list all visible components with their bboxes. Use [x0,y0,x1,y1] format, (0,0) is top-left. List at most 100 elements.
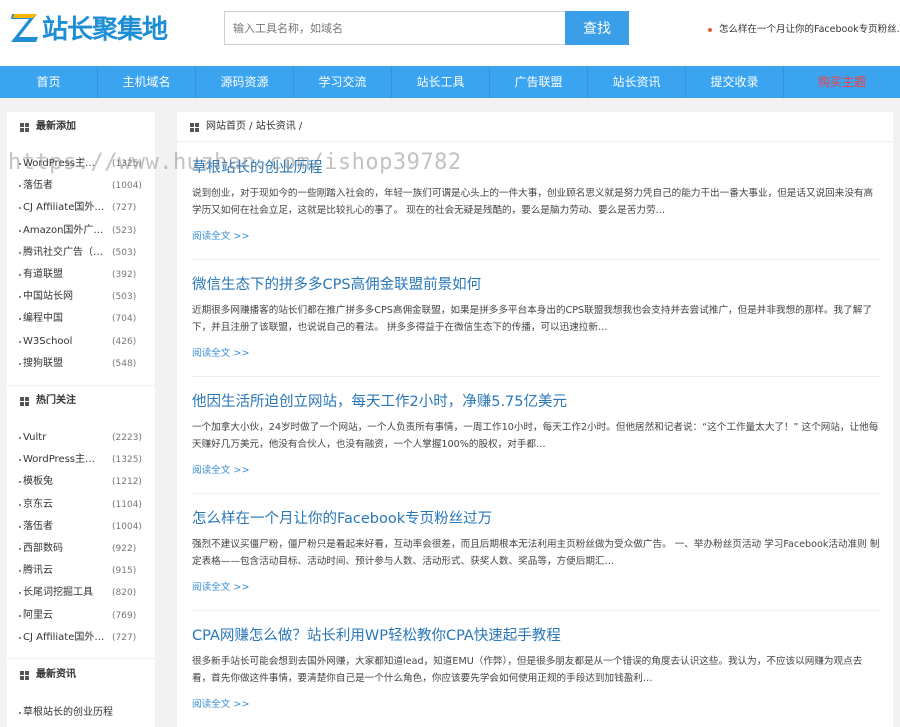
site-name[interactable]: 阿里云 [23,605,113,627]
list-item[interactable]: 京东云 (1104) [7,494,155,516]
article-title[interactable]: CPA网赚怎么做？站长利用WP轻松教你CPA快速起手教程 [192,624,561,645]
read-more-link[interactable]: 阅读全文 >> [192,228,250,242]
list-item[interactable]: Amazon国外广… (523) [7,220,155,242]
nav-item-hosting-domains[interactable]: 主机域名 [98,66,196,98]
list-item[interactable]: 中国站长网 (503) [7,286,155,308]
list-item[interactable]: 搜狗联盟 (548) [7,353,155,375]
site-name[interactable]: 有道联盟 [23,264,113,286]
list-item[interactable]: 长尾词挖掘工具 (820) [7,582,155,604]
ticker-text[interactable]: 怎么样在一个月让你的Facebook专页粉丝… [719,24,900,35]
news-title[interactable]: 草根站长的创业历程 [23,702,143,724]
site-name[interactable]: CJ Affiliate国外… [23,197,113,219]
list-item[interactable]: 西部数码 (922) [7,538,155,560]
site-name[interactable]: 落伍者 [23,175,113,197]
list-item[interactable]: W3School (426) [7,331,155,353]
site-name[interactable]: 中国站长网 [23,286,113,308]
breadcrumb: 网站首页 / 站长资讯 / [177,112,893,142]
sidebar-heading-newest: 最新添加 [7,112,155,142]
site-name[interactable]: W3School [23,331,113,353]
sidebar-list-hot: Vultr (2223) WordPress主… (1325) 模板兔 (1212) … [7,427,155,649]
article-item: 他因生活所迫创立网站，每天工作2小时，净赚5.75亿美元 一个加拿大小伙，24岁… [192,390,880,490]
grid-icon [20,397,29,406]
site-name[interactable]: 落伍者 [23,516,113,538]
site-count: (915) [112,566,137,577]
ticker-dot-icon [708,27,712,32]
site-count: (503) [112,247,137,258]
list-item[interactable]: 落伍者 (1004) [7,175,155,197]
article-title[interactable]: 他因生活所迫创立网站，每天工作2小时，净赚5.75亿美元 [192,390,567,411]
breadcrumb-text[interactable]: 网站首页 / 站长资讯 / [206,121,302,132]
nav-item-learning[interactable]: 学习交流 [294,66,392,98]
site-name[interactable]: 长尾词挖掘工具 [23,582,113,604]
read-more-link[interactable]: 阅读全文 >> [192,345,250,359]
nav-item-buy-theme[interactable]: 购买主题 [784,66,900,98]
list-item[interactable]: 腾讯云 (915) [7,560,155,582]
article-excerpt: 强烈不建议买僵尸粉，僵尸粉只是看起来好看，互动率会很差，而且后期根本无法利用主页… [192,539,880,567]
list-item[interactable]: 有道联盟 (392) [7,264,155,286]
sidebar-section-newest: 最新添加 WordPress主… (1325) 落伍者 (1004) CJ Affi… [7,112,155,369]
bullet-icon [19,592,21,595]
site-name[interactable]: Vultr [23,427,113,449]
site-name[interactable]: 编程中国 [23,308,113,330]
bullet-icon [19,207,21,210]
site-count: (1104) [112,499,142,510]
site-name[interactable]: 京东云 [23,494,113,516]
bullet-icon [19,229,21,232]
nav-item-home[interactable]: 首页 [0,66,98,98]
sidebar-heading-hot: 热门关注 [7,386,155,416]
list-item[interactable]: CJ Affiliate国外… (727) [7,197,155,219]
site-name[interactable]: 模板兔 [23,471,113,493]
site-name[interactable]: 搜狗联盟 [23,353,113,375]
read-more-link[interactable]: 阅读全文 >> [192,579,250,593]
list-item[interactable]: 草根站长的创业历程 [7,702,155,724]
site-name[interactable]: WordPress主… [23,449,113,471]
read-more-link[interactable]: 阅读全文 >> [192,696,250,710]
site-count: (392) [112,269,137,280]
nav-item-submit[interactable]: 提交收录 [686,66,784,98]
site-name[interactable]: WordPress主… [23,153,113,175]
site-name[interactable]: 西部数码 [23,538,113,560]
list-item[interactable]: CJ Affiliate国外… (727) [7,627,155,649]
site-name[interactable]: Amazon国外广… [23,220,113,242]
nav-item-ad-alliance[interactable]: 广告联盟 [490,66,588,98]
sidebar-section-hot: 热门关注 Vultr (2223) WordPress主… (1325) 模板兔 (1… [7,386,155,643]
site-name[interactable]: 腾讯社交广告（… [23,242,113,264]
search-input[interactable] [224,11,565,45]
article-excerpt: 近期很多网赚播客的站长们都在推广拼多多CPS高佣金联盟，如果是拼多多平台本身出的… [192,305,872,333]
bullet-icon [19,481,21,484]
article-title[interactable]: 草根站长的创业历程 [192,156,323,177]
sidebar-section-news: 最新资讯 草根站长的创业历程 [7,660,155,718]
list-item[interactable]: 腾讯社交广告（… (503) [7,242,155,264]
site-logo[interactable]: 站长聚集地 [10,10,168,45]
list-item[interactable]: 模板兔 (1212) [7,471,155,493]
bullet-icon [19,163,21,165]
bullet-icon [19,251,21,254]
article-title[interactable]: 微信生态下的拼多多CPS高佣金联盟前景如何 [192,273,481,294]
logo-z-icon [11,14,38,42]
list-item[interactable]: WordPress主… (1325) [7,153,155,175]
nav-item-webmaster-tools[interactable]: 站长工具 [392,66,490,98]
site-count: (2223) [112,433,142,443]
nav-item-source-resources[interactable]: 源码资源 [196,66,294,98]
article-title[interactable]: 怎么样在一个月让你的Facebook专页粉丝过万 [192,507,492,528]
site-name[interactable]: CJ Affiliate国外… [23,627,113,649]
bullet-icon [19,525,21,528]
read-more-link[interactable]: 阅读全文 >> [192,462,250,476]
news-ticker[interactable]: 怎么样在一个月让你的Facebook专页粉丝… [708,21,900,35]
site-count: (769) [112,610,137,621]
article-item: 微信生态下的拼多多CPS高佣金联盟前景如何 近期很多网赚播客的站长们都在推广拼多… [192,273,880,373]
divider [192,259,880,260]
nav-item-webmaster-news[interactable]: 站长资讯 [588,66,686,98]
list-item[interactable]: Vultr (2223) [7,427,155,449]
list-item[interactable]: 编程中国 (704) [7,308,155,330]
list-item[interactable]: WordPress主… (1325) [7,449,155,471]
search-button[interactable]: 查找 [565,11,629,45]
site-count: (503) [112,292,137,303]
article-list-panel: 网站首页 / 站长资讯 / 草根站长的创业历程 说到创业，对于现如今的一些刚踏入… [177,112,893,727]
bullet-icon [19,459,21,462]
list-item[interactable]: 阿里云 (769) [7,605,155,627]
list-item[interactable]: 落伍者 (1004) [7,516,155,538]
sidebar: 最新添加 WordPress主… (1325) 落伍者 (1004) CJ Affi… [7,112,155,727]
site-name[interactable]: 腾讯云 [23,560,113,582]
sidebar-list-newest: WordPress主… (1325) 落伍者 (1004) CJ Affiliate… [7,153,155,375]
